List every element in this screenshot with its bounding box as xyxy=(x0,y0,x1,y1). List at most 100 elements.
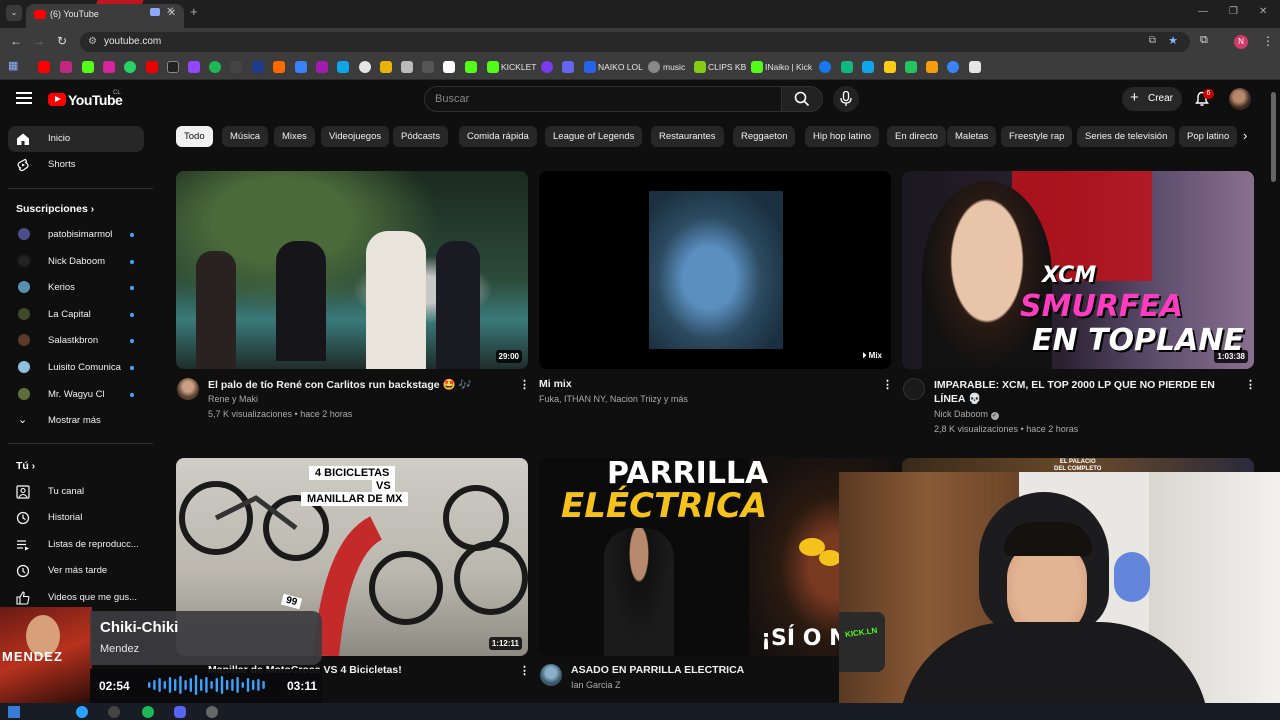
site-info-icon[interactable]: ⚙ xyxy=(88,36,97,47)
sidebar-show-more[interactable]: ⌄ Mostrar más xyxy=(8,408,144,434)
minimize-icon[interactable]: — xyxy=(1198,6,1208,17)
more-actions-icon[interactable]: ⋮ xyxy=(1245,378,1256,391)
chip-1[interactable]: Música xyxy=(222,126,269,147)
video-channel[interactable]: Ian Garcia Z xyxy=(571,680,621,690)
forward-icon[interactable]: → xyxy=(33,34,45,48)
guide-menu-icon[interactable] xyxy=(16,92,32,104)
bookmark-label[interactable]: KICKLET xyxy=(501,62,536,72)
bookmark-icon[interactable] xyxy=(465,61,477,73)
more-actions-icon[interactable]: ⋮ xyxy=(519,664,530,677)
browser-tab-discord[interactable] xyxy=(150,8,160,16)
chip-0[interactable]: Todo xyxy=(176,126,213,147)
bookmark-icon[interactable] xyxy=(337,61,349,73)
video-thumbnail[interactable]: 29:00 xyxy=(176,171,528,369)
page-scrollbar[interactable] xyxy=(1271,92,1276,182)
chip-14[interactable]: Pop latino xyxy=(1179,126,1238,147)
sidebar-item-home[interactable]: Inicio xyxy=(8,126,144,152)
bookmark-icon[interactable] xyxy=(273,61,285,73)
bookmark-label[interactable]: INaiko | Kick xyxy=(765,62,812,72)
chip-8[interactable]: Reggaeton xyxy=(733,126,796,147)
taskbar-app-icon[interactable] xyxy=(76,706,88,718)
voice-search-button[interactable] xyxy=(833,86,859,112)
bookmark-facebook-icon[interactable] xyxy=(819,61,831,73)
video-title[interactable]: El palo de tío René con Carlitos run bac… xyxy=(208,378,472,391)
bookmark-label[interactable]: CLIPS KB xyxy=(708,62,746,72)
bookmark-music-icon[interactable] xyxy=(648,61,660,73)
install-app-icon[interactable]: ⧉ xyxy=(1149,35,1156,46)
video-channel[interactable]: Rene y Maki xyxy=(208,394,258,404)
browser-menu-icon[interactable]: ⋮ xyxy=(1262,34,1274,48)
bookmark-whatsapp-icon[interactable] xyxy=(124,61,136,73)
search-input[interactable] xyxy=(435,91,765,107)
sidebar-subscription[interactable]: La Capital xyxy=(8,302,144,328)
channel-avatar[interactable] xyxy=(540,664,562,686)
bookmark-icon[interactable] xyxy=(422,61,434,73)
bookmark-icon[interactable] xyxy=(969,61,981,73)
bookmark-label[interactable]: NAIKO LOL xyxy=(598,62,643,72)
video-thumbnail[interactable]: ⏵ Mix xyxy=(539,171,891,369)
sidebar-subscription[interactable]: Mr. Wagyu Cl xyxy=(8,382,144,408)
video-title[interactable]: IMPARABLE: XCM, EL TOP 2000 LP QUE NO PI… xyxy=(934,378,1234,406)
bookmark-icon[interactable] xyxy=(841,61,853,73)
more-actions-icon[interactable]: ⋮ xyxy=(519,378,530,391)
chip-4[interactable]: Pódcasts xyxy=(393,126,449,147)
start-icon[interactable] xyxy=(8,706,20,718)
restore-icon[interactable]: ❐ xyxy=(1229,6,1238,17)
bookmark-star-icon[interactable]: ★ xyxy=(1168,34,1178,47)
bookmark-icon[interactable] xyxy=(401,61,413,73)
channel-avatar[interactable] xyxy=(903,378,925,400)
sidebar-item-history[interactable]: Historial xyxy=(8,505,144,531)
extensions-icon[interactable]: ⧉ xyxy=(1200,34,1208,47)
bookmark-instagram-icon[interactable] xyxy=(103,61,115,73)
new-tab-button[interactable]: + xyxy=(190,4,198,19)
sidebar-subscription[interactable]: Kerios xyxy=(8,275,144,301)
bookmark-icon[interactable] xyxy=(443,61,455,73)
bookmark-icon[interactable] xyxy=(562,61,574,73)
bookmark-icon[interactable] xyxy=(905,61,917,73)
chevron-right-icon[interactable]: › xyxy=(1243,128,1247,143)
bookmark-icon[interactable] xyxy=(947,61,959,73)
channel-avatar[interactable] xyxy=(177,378,199,400)
chip-13[interactable]: Series de televisión xyxy=(1077,126,1176,147)
bookmark-icon[interactable] xyxy=(926,61,938,73)
bookmark-icon[interactable] xyxy=(295,61,307,73)
chip-5[interactable]: Comida rápida xyxy=(459,126,537,147)
tab-search-button[interactable]: ⌄ xyxy=(6,5,22,21)
bookmark-icon[interactable] xyxy=(230,61,242,73)
browser-tab-youtube[interactable]: (6) YouTube ✕ xyxy=(26,4,184,28)
chip-6[interactable]: League of Legends xyxy=(545,126,643,147)
back-icon[interactable]: ← xyxy=(10,34,22,48)
bookmark-icon[interactable] xyxy=(359,61,371,73)
bookmark-icon[interactable] xyxy=(60,61,72,73)
taskbar-app-icon[interactable] xyxy=(206,706,218,718)
reload-icon[interactable]: ↻ xyxy=(57,34,67,48)
bookmark-icon[interactable] xyxy=(541,61,553,73)
bookmark-icon[interactable] xyxy=(316,61,328,73)
account-avatar[interactable] xyxy=(1229,88,1251,110)
chip-3[interactable]: Videojuegos xyxy=(321,126,390,147)
chip-2[interactable]: Mixes xyxy=(274,126,315,147)
sidebar-subscription[interactable]: Salastkbron xyxy=(8,328,144,354)
bookmark-icon[interactable] xyxy=(146,61,158,73)
video-title[interactable]: ASADO EN PARRILLA ELECTRICA xyxy=(571,664,744,676)
youtube-logo-icon[interactable] xyxy=(48,93,66,106)
taskbar-app-icon[interactable] xyxy=(108,706,120,718)
bookmark-clips-icon[interactable] xyxy=(694,61,706,73)
search-box[interactable] xyxy=(424,86,782,112)
chip-7[interactable]: Restaurantes xyxy=(651,126,724,147)
chip-12[interactable]: Freestyle rap xyxy=(1001,126,1073,147)
bookmark-label[interactable]: music xyxy=(663,62,685,72)
chip-9[interactable]: Hip hop latino xyxy=(805,126,880,147)
bookmark-icon[interactable] xyxy=(252,61,264,73)
taskbar-spotify-icon[interactable] xyxy=(142,706,154,718)
more-actions-icon[interactable]: ⋮ xyxy=(882,378,893,391)
video-thumbnail[interactable]: XCM SMURFEA EN TOPLANE 1:03:38 xyxy=(902,171,1254,369)
sidebar-subscription[interactable]: Nick Daboom xyxy=(8,249,144,275)
create-button[interactable]: + Crear xyxy=(1122,87,1182,111)
bookmark-icon[interactable] xyxy=(862,61,874,73)
apps-grid-icon[interactable]: ▦ xyxy=(8,59,20,72)
you-header[interactable]: Tú › xyxy=(16,460,35,472)
bookmark-naiko-icon[interactable] xyxy=(584,61,596,73)
video-channel[interactable]: Nick Daboom ✓ xyxy=(934,409,999,420)
bookmark-icon[interactable] xyxy=(884,61,896,73)
